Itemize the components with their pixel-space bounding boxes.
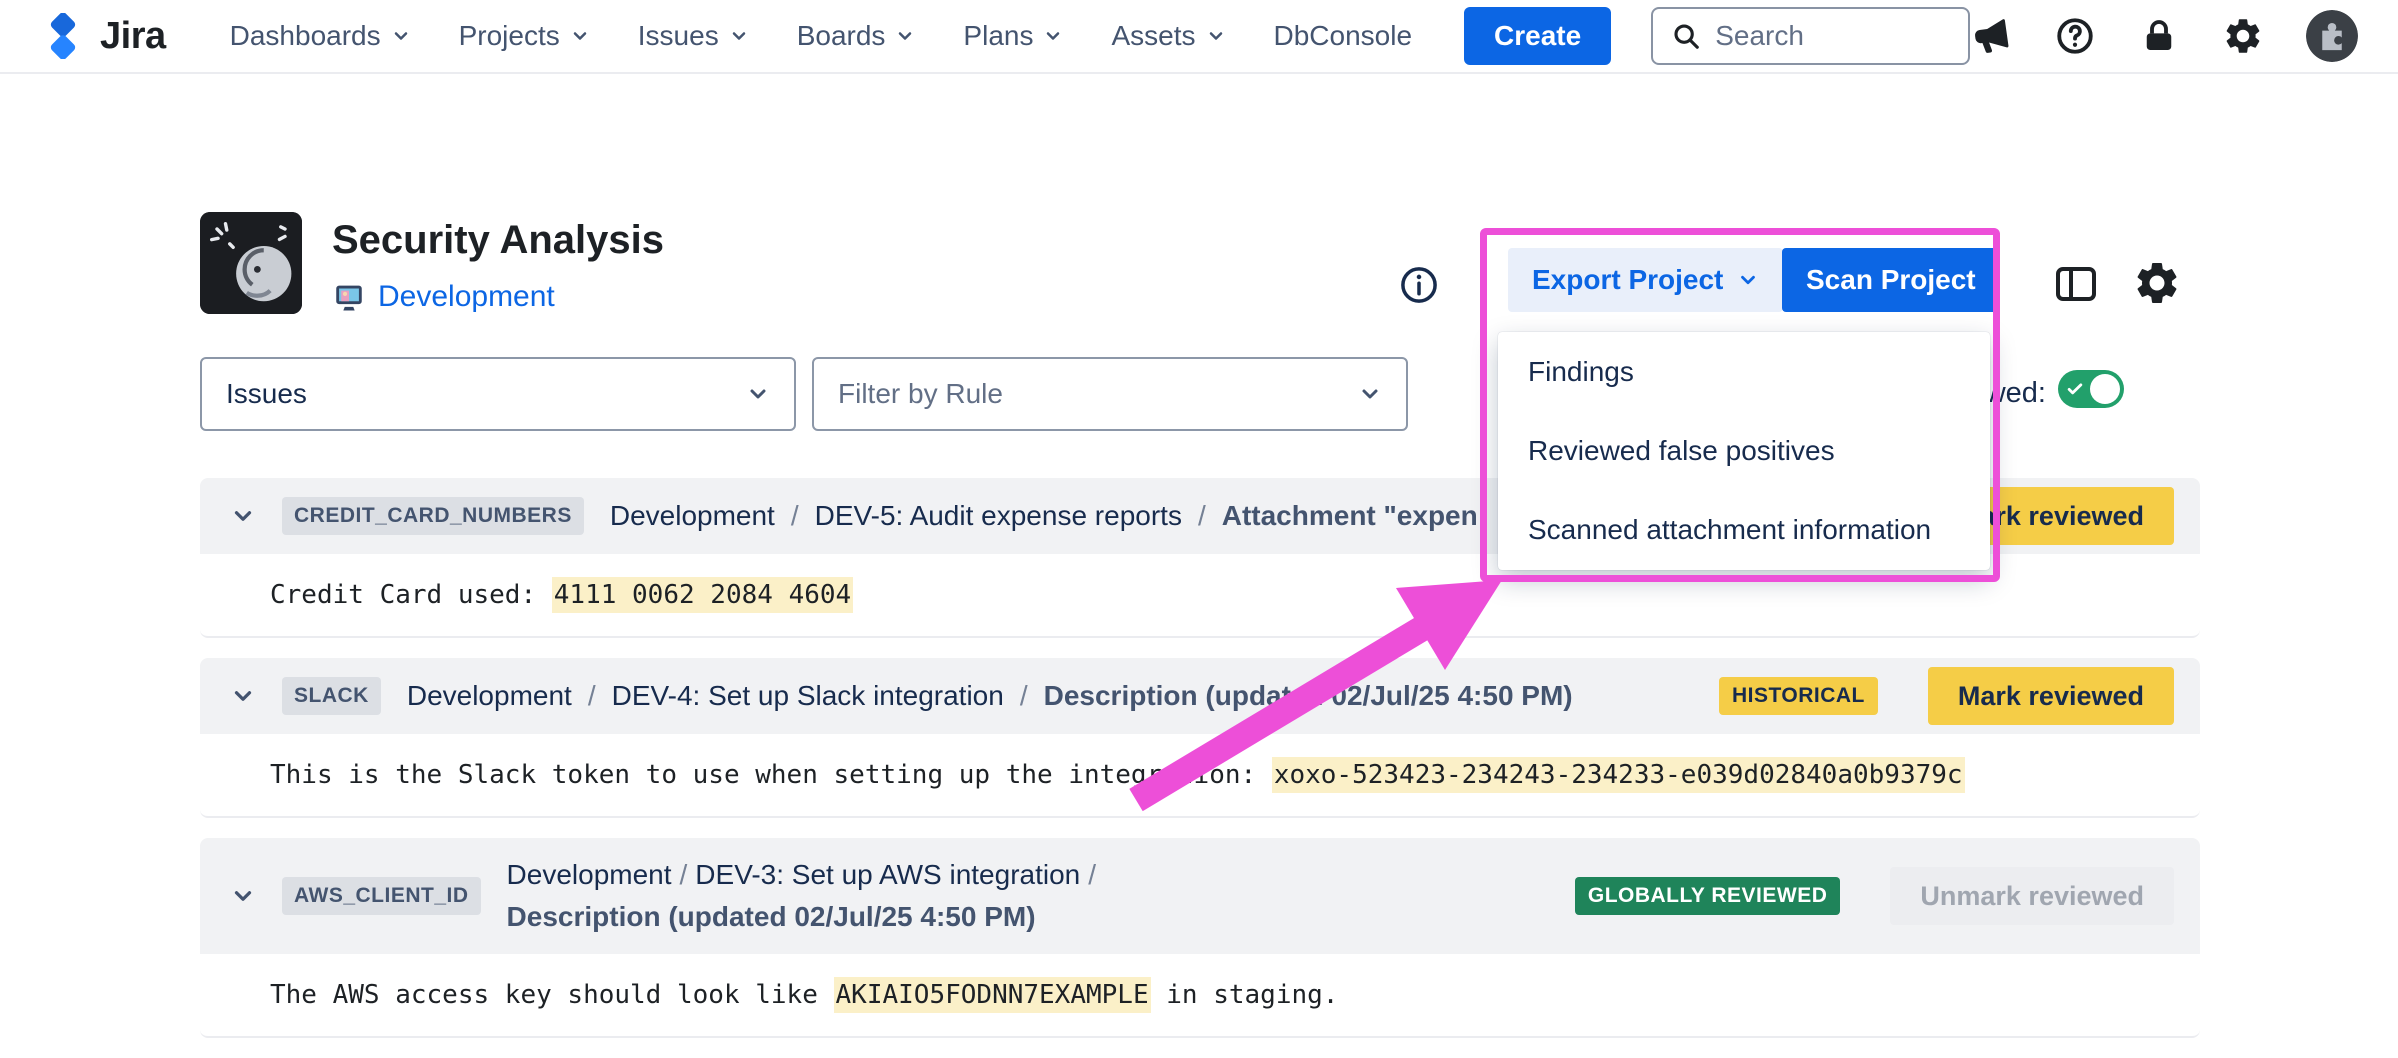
breadcrumb-issue[interactable]: DEV-5: Audit expense reports — [815, 500, 1182, 532]
export-project-button[interactable]: Export Project — [1508, 248, 1783, 312]
chevron-down-icon — [570, 26, 590, 46]
help-icon[interactable] — [2054, 15, 2096, 57]
finding-header: SLACK Development / DEV-4: Set up Slack … — [200, 658, 2200, 734]
breadcrumb-project[interactable]: Development — [610, 500, 775, 532]
filter-by-rule-select[interactable]: Filter by Rule — [812, 357, 1408, 431]
finding-card-aws: AWS_CLIENT_ID Development/DEV-3: Set up … — [200, 838, 2200, 1038]
secret-highlight: xoxo-523423-234243-234233-e039d02840a0b9… — [1272, 757, 1965, 793]
chevron-down-icon — [1358, 382, 1382, 406]
search-icon — [1671, 21, 1701, 51]
nav-item-dbconsole[interactable]: DbConsole — [1274, 20, 1413, 52]
info-icon[interactable] — [1398, 264, 1440, 306]
menu-item-reviewed-false-positives[interactable]: Reviewed false positives — [1498, 412, 1990, 491]
chevron-down-icon — [895, 26, 915, 46]
finding-header: AWS_CLIENT_ID Development/DEV-3: Set up … — [200, 838, 2200, 954]
jira-logo-text: Jira — [100, 15, 166, 58]
chevron-down-icon — [1043, 26, 1063, 46]
export-dropdown-menu: Findings Reviewed false positives Scanne… — [1498, 332, 1990, 570]
breadcrumb-issue[interactable]: DEV-4: Set up Slack integration — [612, 680, 1004, 712]
chevron-down-icon — [391, 26, 411, 46]
breadcrumb-project[interactable]: Development — [407, 680, 572, 712]
finding-breadcrumb: Development / DEV-4: Set up Slack integr… — [407, 680, 1573, 712]
breadcrumb-location: Description (updated 02/Jul/25 4:50 PM) — [507, 896, 1105, 938]
finding-card-slack: SLACK Development / DEV-4: Set up Slack … — [200, 658, 2200, 818]
issues-select[interactable]: Issues — [200, 357, 796, 431]
search-box[interactable] — [1651, 7, 1970, 65]
project-avatar-art — [200, 212, 302, 314]
check-icon — [2065, 379, 2085, 399]
nav-item-boards[interactable]: Boards — [797, 20, 916, 52]
avatar-image — [2306, 10, 2358, 62]
finding-breadcrumb: Development/DEV-3: Set up AWS integratio… — [507, 854, 1105, 938]
collapse-chevron-icon[interactable] — [230, 883, 256, 909]
unmark-reviewed-button[interactable]: Unmark reviewed — [1890, 867, 2174, 925]
secret-highlight: AKIAIO5FODNN7EXAMPLE — [834, 977, 1151, 1013]
announcements-icon[interactable] — [1967, 12, 2014, 59]
nav-item-dashboards[interactable]: Dashboards — [230, 20, 411, 52]
chevron-down-icon — [1206, 26, 1226, 46]
collapse-chevron-icon[interactable] — [230, 503, 256, 529]
nav-item-assets[interactable]: Assets — [1111, 20, 1225, 52]
project-link-development[interactable]: Development — [378, 280, 555, 314]
jira-logo[interactable]: Jira — [40, 13, 166, 59]
collapse-chevron-icon[interactable] — [230, 683, 256, 709]
breadcrumb-issue[interactable]: DEV-3: Set up AWS integration — [695, 859, 1080, 890]
scan-project-button[interactable]: Scan Project — [1782, 248, 2000, 312]
top-navbar: Jira Dashboards Projects Issues Boards P… — [0, 0, 2398, 74]
finding-snippet: This is the Slack token to use when sett… — [270, 760, 1965, 790]
menu-item-findings[interactable]: Findings — [1498, 333, 1990, 412]
chevron-down-icon — [729, 26, 749, 46]
nav-icons — [1970, 10, 2358, 62]
project-breadcrumb: Development — [332, 280, 555, 314]
project-avatar — [200, 212, 302, 314]
jira-logo-icon — [40, 13, 86, 59]
chevron-down-icon — [746, 382, 770, 406]
user-avatar[interactable] — [2306, 10, 2358, 62]
status-badge-historical: HISTORICAL — [1719, 677, 1878, 715]
mark-reviewed-button[interactable]: Mark reviewed — [1928, 667, 2174, 725]
nav-item-projects[interactable]: Projects — [459, 20, 590, 52]
finding-snippet: Credit Card used: 4111 0062 2084 4604 — [270, 580, 853, 610]
breadcrumb-location: Attachment "expen — [1222, 500, 1478, 532]
nav-item-plans[interactable]: Plans — [963, 20, 1063, 52]
menu-item-scanned-attachment-information[interactable]: Scanned attachment information — [1498, 491, 1990, 570]
project-settings-gear-icon[interactable] — [2132, 258, 2182, 308]
nav-menu: Dashboards Projects Issues Boards Plans … — [230, 20, 1412, 52]
create-button[interactable]: Create — [1464, 7, 1611, 65]
project-category-icon — [332, 280, 366, 314]
finding-content: The AWS access key should look like AKIA… — [200, 954, 2200, 1038]
page-title: Security Analysis — [332, 218, 664, 263]
sidebar-panel-icon[interactable] — [2052, 260, 2100, 308]
settings-gear-icon[interactable] — [2222, 15, 2264, 57]
rule-badge: CREDIT_CARD_NUMBERS — [282, 497, 584, 535]
breadcrumb-project[interactable]: Development — [507, 859, 672, 890]
status-badge-globally-reviewed: GLOBALLY REVIEWED — [1575, 877, 1841, 915]
rule-badge: SLACK — [282, 677, 381, 715]
chevron-down-icon — [1737, 269, 1759, 291]
breadcrumb-location: Description (updated 02/Jul/25 4:50 PM) — [1044, 680, 1573, 712]
toggle-knob — [2090, 374, 2120, 404]
finding-content: This is the Slack token to use when sett… — [200, 734, 2200, 818]
rule-badge: AWS_CLIENT_ID — [282, 877, 481, 915]
finding-snippet: The AWS access key should look like AKIA… — [270, 980, 1338, 1010]
nav-item-issues[interactable]: Issues — [638, 20, 749, 52]
auto-hide-toggle[interactable] — [2058, 370, 2124, 408]
lock-icon[interactable] — [2138, 15, 2180, 57]
search-input[interactable] — [1715, 20, 1950, 52]
secret-highlight: 4111 0062 2084 4604 — [552, 577, 853, 613]
finding-breadcrumb: Development / DEV-5: Audit expense repor… — [610, 500, 1478, 532]
